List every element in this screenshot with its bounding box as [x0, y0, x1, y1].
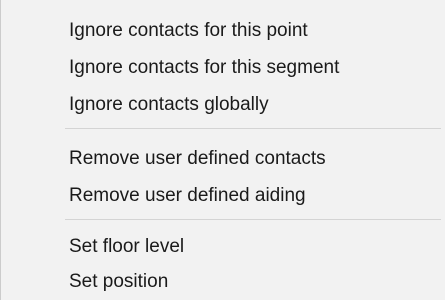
menu-item-remove-user-aiding[interactable]: Remove user defined aiding — [1, 177, 445, 214]
context-menu: Ignore contacts for this point Ignore co… — [0, 0, 445, 300]
menu-item-remove-user-contacts[interactable]: Remove user defined contacts — [1, 140, 445, 177]
menu-item-ignore-contacts-globally[interactable]: Ignore contacts globally — [1, 86, 445, 123]
menu-item-set-floor-level[interactable]: Set floor level — [1, 228, 445, 265]
menu-separator — [65, 219, 441, 220]
menu-item-ignore-contacts-segment[interactable]: Ignore contacts for this segment — [1, 49, 445, 86]
menu-separator — [65, 128, 441, 129]
menu-item-ignore-contacts-point[interactable]: Ignore contacts for this point — [1, 12, 445, 49]
menu-item-set-position[interactable]: Set position — [1, 263, 445, 300]
